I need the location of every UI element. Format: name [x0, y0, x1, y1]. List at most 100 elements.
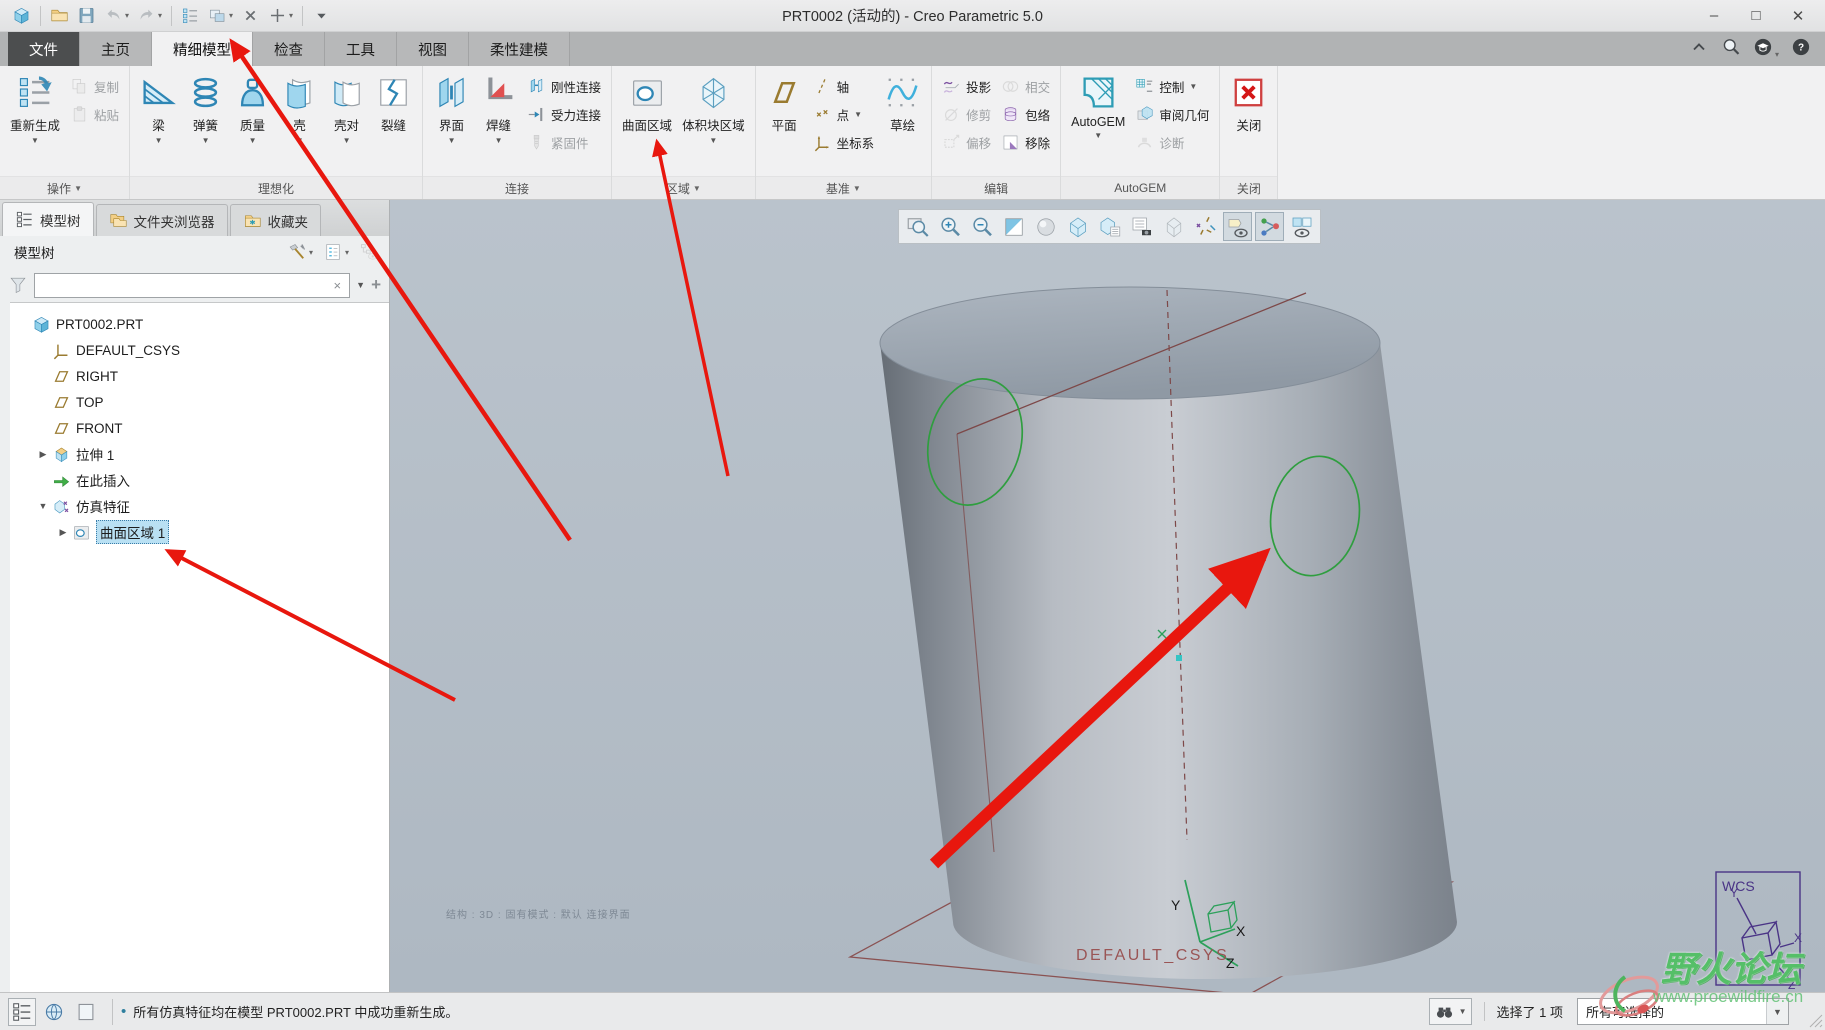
resize-grip[interactable]	[1809, 1014, 1823, 1028]
diagnostics-button[interactable]: 诊断	[1135, 133, 1209, 152]
minimize-button[interactable]: –	[1693, 2, 1735, 30]
tree-display-options-button[interactable]: ▾	[323, 242, 349, 262]
ribbon-group-label-idealizations[interactable]: 理想化	[130, 176, 422, 199]
tree-item-part-node[interactable]: PRT0002.PRT	[10, 311, 389, 337]
tab-view[interactable]: 视图	[397, 32, 469, 66]
ribbon-group-label-close[interactable]: 关闭	[1220, 176, 1277, 199]
autogem-button[interactable]: AutoGEM▼	[1066, 69, 1130, 173]
ribbon-group-label-datum[interactable]: 基准▼	[756, 176, 932, 199]
surface-region-button[interactable]: 曲面区域	[617, 69, 677, 173]
shell-pair-button[interactable]: 壳对▼	[323, 69, 370, 173]
filter-dropdown-icon[interactable]: ▼	[356, 280, 365, 290]
zoom-fit-button[interactable]	[903, 212, 932, 241]
rigid-link-button[interactable]: 刚性连接	[527, 77, 601, 96]
open-button[interactable]	[46, 3, 73, 29]
zoom-out-button[interactable]	[967, 212, 996, 241]
tree-settings-button[interactable]: ▾	[287, 242, 313, 262]
mass-button[interactable]: 质量▼	[229, 69, 276, 173]
customize-qat-button[interactable]	[308, 3, 335, 29]
tree-item-label[interactable]: 曲面区域 1	[96, 520, 169, 544]
tree-item-surface-region-1[interactable]: ▶ 曲面区域 1	[10, 519, 389, 545]
offset-button[interactable]: 偏移	[942, 133, 991, 152]
maximize-button[interactable]: □	[1735, 2, 1777, 30]
ribbon-group-label-operations[interactable]: 操作▼	[0, 176, 129, 199]
plane-button[interactable]: 平面	[761, 69, 808, 173]
chevron-down-icon[interactable]: ▼	[1766, 999, 1788, 1024]
expander-icon[interactable]: ▼	[36, 501, 50, 511]
cylinder-solid[interactable]	[880, 287, 1457, 979]
shell-button[interactable]: 壳▼	[276, 69, 323, 173]
close-window-button[interactable]	[237, 3, 264, 29]
navigator-tab-folder-browser[interactable]: 文件夹浏览器	[96, 204, 228, 236]
ribbon-group-label-editing[interactable]: 编辑	[932, 176, 1060, 199]
close-button[interactable]: 关闭	[1225, 69, 1272, 173]
navigator-tab-favorites[interactable]: 收藏夹	[230, 204, 322, 236]
volume-region-button[interactable]: 体积块区域▼	[677, 69, 750, 173]
tab-refine-model[interactable]: 精细模型	[152, 32, 253, 66]
tree-item-label[interactable]: PRT0002.PRT	[56, 317, 143, 332]
axis-button[interactable]: 轴	[813, 77, 875, 96]
expander-icon[interactable]: ▶	[56, 527, 70, 538]
tree-item-plane-right[interactable]: RIGHT	[10, 363, 389, 389]
tab-flexible-modeling[interactable]: 柔性建模	[469, 32, 570, 66]
navigator-toggle-button[interactable]	[8, 998, 36, 1026]
help-button[interactable]: ?	[1791, 37, 1811, 62]
selection-filter-dropdown[interactable]: 所有可选择的 ▼	[1577, 998, 1789, 1025]
control-button[interactable]: 控制▼	[1135, 77, 1209, 96]
tree-item-insert-here[interactable]: 在此插入	[10, 467, 389, 493]
full-screen-toggle-button[interactable]	[72, 998, 100, 1026]
tree-item-label[interactable]: 拉伸 1	[76, 444, 114, 464]
tab-inspect[interactable]: 检查	[253, 32, 325, 66]
learning-center-button[interactable]: ▾	[1753, 37, 1779, 62]
window-switch-button[interactable]: ▾	[204, 3, 237, 29]
wrap-button[interactable]: 包络	[1001, 105, 1050, 124]
perspective-button[interactable]	[1159, 212, 1188, 241]
tab-file[interactable]: 文件	[8, 32, 80, 66]
display-style-button[interactable]	[1287, 212, 1316, 241]
command-search-button[interactable]	[1721, 37, 1741, 62]
beam-button[interactable]: 梁▼	[135, 69, 182, 173]
save-button[interactable]	[73, 3, 100, 29]
default-csys-label[interactable]: DEFAULT_CSYS	[1076, 947, 1229, 964]
clear-filter-icon[interactable]: ×	[332, 278, 344, 293]
graphics-area[interactable]: Y X Z DEFAULT_CSYS WCS Y X Z 结构 : 3D : 固…	[390, 200, 1825, 992]
zoom-in-button[interactable]	[935, 212, 964, 241]
tree-item-plane-top[interactable]: TOP	[10, 389, 389, 415]
redo-button[interactable]: ▾	[133, 3, 166, 29]
repaint-button[interactable]	[999, 212, 1028, 241]
new-object-button[interactable]: ▾	[264, 3, 297, 29]
tree-item-label[interactable]: TOP	[76, 395, 104, 410]
shading-style-button[interactable]	[1031, 212, 1060, 241]
trim-button[interactable]: 修剪	[942, 105, 991, 124]
datum-point-cyan[interactable]	[1176, 655, 1182, 661]
tree-item-simulation-features[interactable]: ▼仿真特征	[10, 493, 389, 519]
coordinate-system-button[interactable]: 坐标系	[813, 133, 875, 152]
tree-filter-input[interactable]	[41, 278, 332, 293]
tree-filter-field[interactable]: ×	[34, 273, 350, 298]
tab-home[interactable]: 主页	[80, 32, 152, 66]
datum-display-filters-button[interactable]	[1191, 212, 1220, 241]
project-button[interactable]: 投影	[942, 77, 991, 96]
regenerate-button[interactable]: 重新生成▼	[5, 69, 65, 173]
tree-item-label[interactable]: FRONT	[76, 421, 123, 436]
navigator-tab-model-tree[interactable]: 模型树	[2, 202, 94, 236]
copy-button[interactable]: 复制	[70, 77, 119, 96]
spin-center-button[interactable]	[1255, 212, 1284, 241]
ribbon-group-label-regions[interactable]: 区域▼	[612, 176, 755, 199]
close-button[interactable]: ✕	[1777, 2, 1819, 30]
fastener-button[interactable]: 紧固件	[527, 133, 601, 152]
tree-search-button[interactable]	[359, 242, 379, 262]
review-geometry-button[interactable]: 审阅几何	[1135, 105, 1209, 124]
tree-item-default-csys[interactable]: DEFAULT_CSYS	[10, 337, 389, 363]
spring-button[interactable]: 弹簧▼	[182, 69, 229, 173]
annotation-display-button[interactable]	[1223, 212, 1252, 241]
weld-button[interactable]: 焊缝▼	[475, 69, 522, 173]
interface-button[interactable]: 界面▼	[428, 69, 475, 173]
tree-item-label[interactable]: RIGHT	[76, 369, 118, 384]
crack-button[interactable]: 裂缝	[370, 69, 417, 173]
paste-button[interactable]: 粘贴	[70, 105, 119, 124]
weighted-link-button[interactable]: 受力连接	[527, 105, 601, 124]
regenerate-quick-button[interactable]	[177, 3, 204, 29]
add-filter-button[interactable]: +	[371, 275, 381, 295]
tree-item-label[interactable]: 在此插入	[76, 470, 130, 490]
